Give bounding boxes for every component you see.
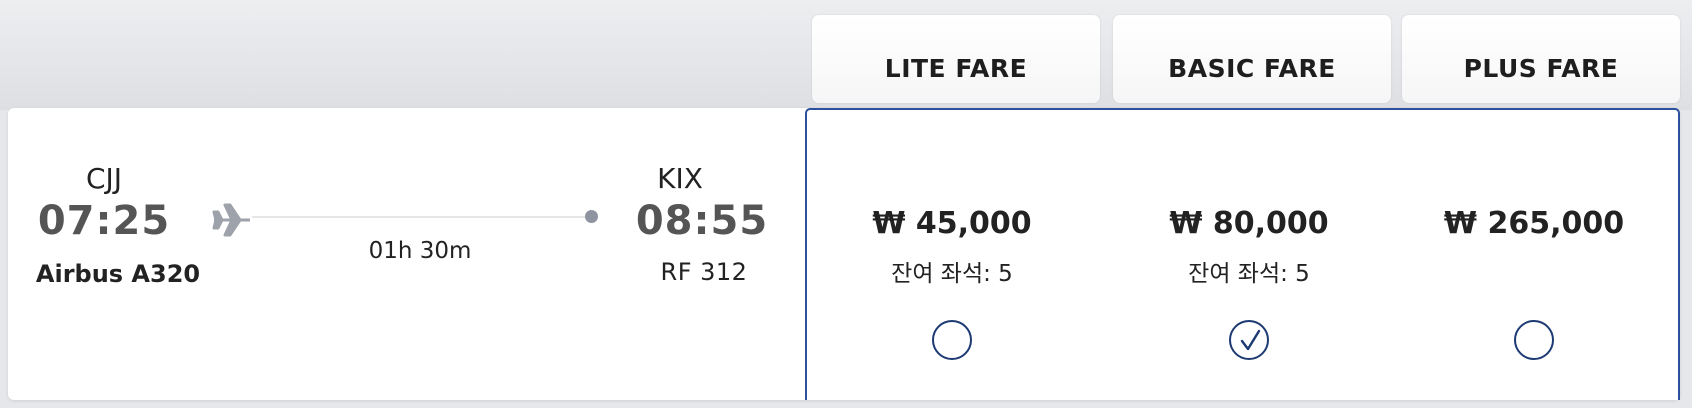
fare-option-basic: ₩ 80,000 잔여 좌석: 5 — [1104, 110, 1394, 400]
basic-fare-radio[interactable] — [1229, 320, 1269, 360]
tab-lite-fare[interactable]: LITE FARE — [812, 15, 1100, 103]
aircraft-type: Airbus A320 — [35, 260, 201, 288]
lite-fare-radio[interactable] — [932, 320, 972, 360]
arrival-time: 08:55 — [635, 198, 769, 244]
tab-basic-fare-label: BASIC FARE — [1168, 53, 1336, 83]
fare-price: ₩ 265,000 — [1443, 206, 1625, 241]
check-icon — [1240, 329, 1261, 351]
departure-airport-code: CJJ — [85, 162, 123, 195]
tab-lite-fare-label: LITE FARE — [884, 53, 1028, 83]
flight-duration: 01h 30m — [368, 238, 472, 264]
flight-number: RF 312 — [660, 258, 748, 286]
arrival-dot-icon — [585, 210, 598, 223]
airplane-icon — [212, 200, 252, 240]
tab-plus-fare-label: PLUS FARE — [1463, 53, 1619, 83]
departure-time: 07:25 — [37, 198, 171, 244]
tab-basic-fare[interactable]: BASIC FARE — [1113, 15, 1391, 103]
fare-option-lite: ₩ 45,000 잔여 좌석: 5 — [807, 110, 1097, 400]
fare-seats-remaining: 잔여 좌석: 5 — [1188, 261, 1310, 287]
plus-fare-radio[interactable] — [1514, 320, 1554, 360]
tab-plus-fare[interactable]: PLUS FARE — [1402, 15, 1680, 103]
route-line — [252, 216, 592, 218]
fare-price: ₩ 80,000 — [1169, 206, 1329, 241]
fare-option-plus: ₩ 265,000 — [1389, 110, 1679, 400]
fare-price: ₩ 45,000 — [872, 206, 1032, 241]
arrival-airport-code: KIX — [657, 162, 703, 195]
fare-seats-remaining: 잔여 좌석: 5 — [891, 261, 1013, 287]
fare-selection-panel: ₩ 45,000 잔여 좌석: 5 ₩ 80,000 잔여 좌석: 5 ₩ 26… — [805, 108, 1680, 400]
